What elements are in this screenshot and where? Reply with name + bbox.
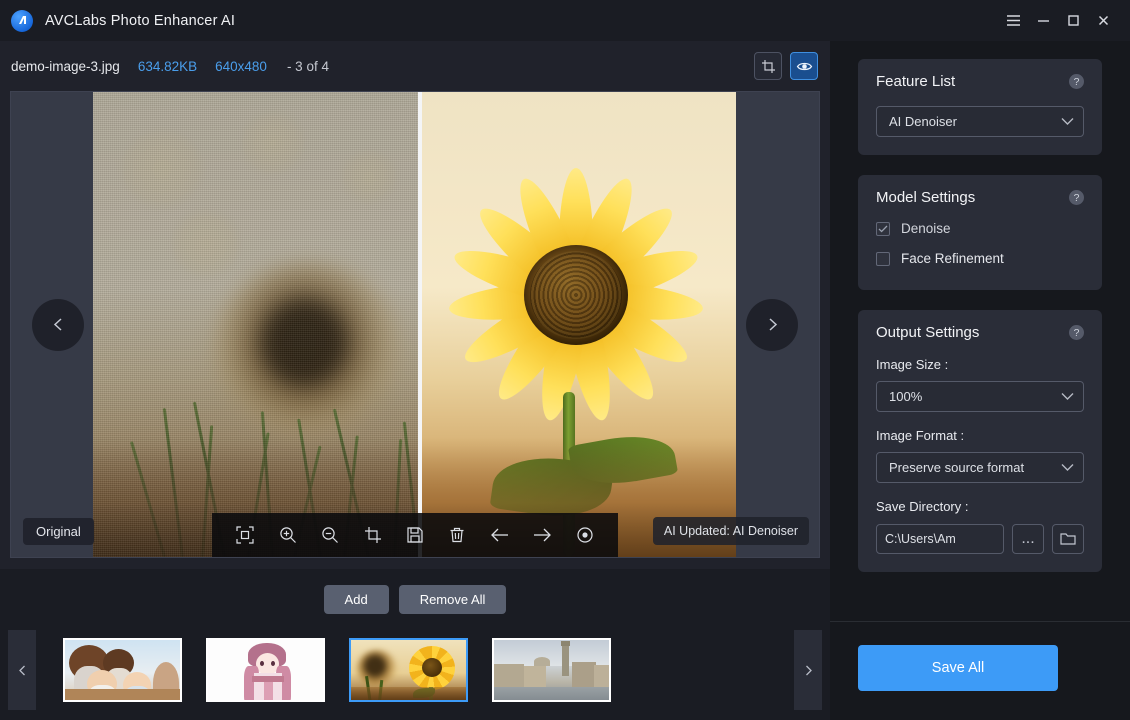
sidebar-divider [830, 621, 1130, 622]
add-button[interactable]: Add [324, 585, 389, 614]
image-compare-view[interactable] [93, 92, 736, 557]
ai-updated-badge: AI Updated: AI Denoiser [653, 517, 809, 545]
next-image-button[interactable] [746, 299, 798, 351]
image-size-label: Image Size : [876, 357, 1084, 372]
save-directory-input[interactable]: C:\Users\Am [876, 524, 1004, 554]
feature-select[interactable]: AI Denoiser [876, 106, 1084, 137]
chevron-down-icon [1061, 117, 1074, 126]
thumbnail-strip: Add Remove All [0, 569, 830, 720]
floppy-save-icon[interactable] [400, 520, 430, 550]
face-refinement-checkbox-row[interactable]: Face Refinement [876, 251, 1084, 266]
denoise-checkbox-row[interactable]: Denoise [876, 221, 1084, 236]
previous-image-button[interactable] [32, 299, 84, 351]
image-format-select[interactable]: Preserve source format [876, 452, 1084, 483]
thumbnail-list [63, 638, 611, 702]
compare-slider-handle[interactable] [418, 92, 422, 557]
arrow-left-icon[interactable] [485, 520, 515, 550]
feature-list-header: Feature List ? [876, 73, 1084, 90]
file-index: - 3 of 4 [287, 59, 329, 74]
save-directory-row: C:\Users\Am ... [876, 524, 1084, 554]
app-title: AVCLabs Photo Enhancer AI [45, 13, 235, 29]
help-icon[interactable]: ? [1069, 74, 1084, 89]
thumbnail-2[interactable] [206, 638, 325, 702]
original-label: Original [23, 518, 94, 545]
image-size-value: 100% [889, 389, 922, 404]
thumbnail-3[interactable] [349, 638, 468, 702]
application-window: AVCLabs Photo Enhancer AI demo-image [0, 0, 1130, 720]
avclabs-logo-icon [11, 10, 33, 32]
help-icon[interactable]: ? [1069, 325, 1084, 340]
help-icon[interactable]: ? [1069, 190, 1084, 205]
image-toolbar [212, 513, 618, 557]
strip-buttons: Add Remove All [0, 569, 830, 614]
denoise-label: Denoise [901, 221, 951, 236]
image-format-value: Preserve source format [889, 460, 1024, 475]
thumbnail-1[interactable] [63, 638, 182, 702]
main-pane: demo-image-3.jpg 634.82KB 640x480 - 3 of… [0, 41, 830, 720]
trash-icon[interactable] [442, 520, 472, 550]
remove-all-button[interactable]: Remove All [399, 585, 507, 614]
thumbnail-prev-button[interactable] [8, 630, 36, 710]
thumbnail-row [0, 627, 830, 713]
arrow-right-icon[interactable] [527, 520, 557, 550]
image-size-select[interactable]: 100% [876, 381, 1084, 412]
model-settings-title: Model Settings [876, 189, 975, 206]
title-bar: AVCLabs Photo Enhancer AI [0, 0, 1130, 41]
minimize-icon[interactable] [1028, 0, 1058, 41]
feature-select-value: AI Denoiser [889, 114, 957, 129]
output-settings-panel: Output Settings ? Image Size : 100% Imag… [858, 310, 1102, 572]
crop-icon[interactable] [754, 52, 782, 80]
model-settings-header: Model Settings ? [876, 189, 1084, 206]
output-settings-header: Output Settings ? [876, 324, 1084, 341]
eye-icon[interactable] [790, 52, 818, 80]
enhanced-image-half [418, 92, 736, 557]
output-settings-title: Output Settings [876, 324, 979, 341]
checkbox-checked-icon[interactable] [876, 222, 890, 236]
thumbnail-4[interactable] [492, 638, 611, 702]
original-image-half [93, 92, 418, 557]
feature-list-panel: Feature List ? AI Denoiser [858, 59, 1102, 155]
view-mode-buttons [754, 52, 818, 80]
eye-target-icon[interactable] [570, 520, 600, 550]
browse-button[interactable]: ... [1012, 524, 1044, 554]
chevron-down-icon [1061, 463, 1074, 472]
hamburger-menu-icon[interactable] [998, 0, 1028, 41]
file-name: demo-image-3.jpg [11, 59, 120, 74]
original-scene [93, 92, 418, 557]
folder-open-icon[interactable] [1052, 524, 1084, 554]
chevron-down-icon [1061, 392, 1074, 401]
image-viewer[interactable]: Original AI Updated: AI Denoiser [10, 91, 820, 558]
checkbox-unchecked-icon[interactable] [876, 252, 890, 266]
zoom-in-icon[interactable] [273, 520, 303, 550]
fit-screen-icon[interactable] [230, 520, 260, 550]
close-icon[interactable] [1088, 0, 1118, 41]
file-info-bar: demo-image-3.jpg 634.82KB 640x480 - 3 of… [0, 41, 830, 91]
crop-icon[interactable] [358, 520, 388, 550]
thumbnail-next-button[interactable] [794, 630, 822, 710]
enhanced-scene [418, 92, 736, 557]
save-all-button[interactable]: Save All [858, 645, 1058, 691]
model-settings-panel: Model Settings ? Denoise Face Refinement [858, 175, 1102, 290]
feature-list-title: Feature List [876, 73, 955, 90]
image-format-label: Image Format : [876, 428, 1084, 443]
face-refinement-label: Face Refinement [901, 251, 1004, 266]
file-size: 634.82KB [138, 59, 197, 74]
save-directory-label: Save Directory : [876, 499, 1084, 514]
file-dimensions: 640x480 [215, 59, 267, 74]
window-controls [998, 0, 1130, 41]
maximize-icon[interactable] [1058, 0, 1088, 41]
settings-sidebar: Feature List ? AI Denoiser Model Setting… [830, 41, 1130, 720]
zoom-out-icon[interactable] [315, 520, 345, 550]
